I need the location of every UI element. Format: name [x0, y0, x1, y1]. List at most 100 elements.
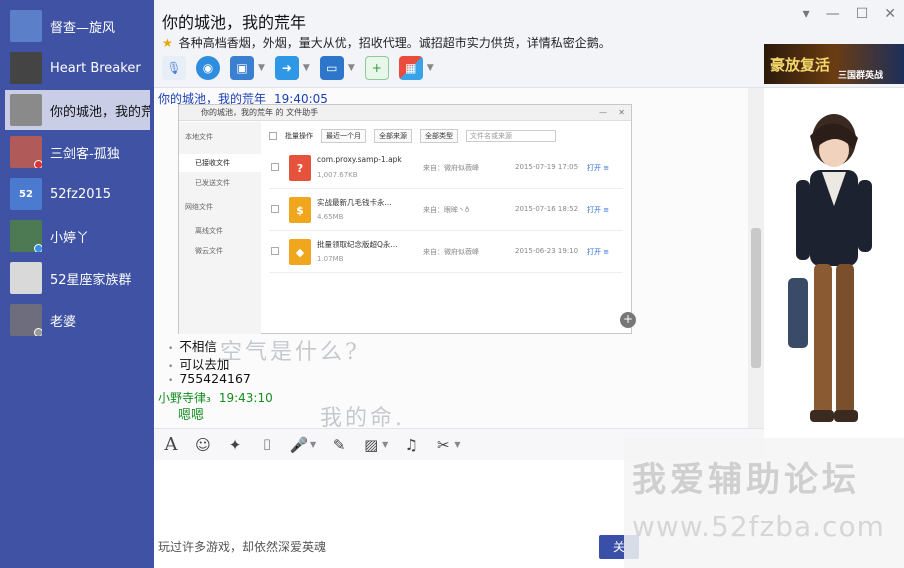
chevron-down-icon[interactable]: ▼ [258, 63, 265, 73]
shared-screenshot-image[interactable]: 你的城池，我的荒年 的 文件助手 — ✕ 本地文件 已接收文件 已发送文件 网络… [178, 104, 632, 334]
contact-name: 老婆 [50, 314, 77, 330]
file-transfer-icon[interactable]: ➜ [274, 56, 299, 80]
watermark: 我爱辅助论坛 www.52fzba.com [624, 438, 904, 568]
batch-label: 批量操作 [285, 132, 313, 140]
zoom-in-icon[interactable]: + [620, 312, 636, 328]
file-size: 4.65MB [317, 213, 344, 221]
contact-name: 52fz2015 [50, 186, 112, 202]
apps-grid-icon[interactable]: ▦ [398, 56, 423, 80]
screenshot-toolbar: 批量操作 最近一个月 全部来源 全部类型 文件名或来源 [269, 129, 556, 143]
background-text: 我的命. [320, 406, 405, 428]
contact-item[interactable]: 小婷丫 [5, 216, 150, 256]
watermark-text: 我爱辅助论坛 [632, 460, 860, 500]
type-select: 全部类型 [420, 129, 458, 143]
remote-desktop-icon[interactable]: ▭ [319, 56, 344, 80]
screen-share-icon[interactable]: ▣ [230, 56, 254, 80]
contact-sidebar: 督查—旋风 Heart Breaker 你的城池，我的荒 三剑客-孤独 52 52fz20… [0, 0, 154, 568]
scissors-icon[interactable]: ✂ [434, 436, 452, 454]
file-name: com.proxy.samp-1.apk [317, 155, 402, 164]
screenshot-titlebar: 你的城池，我的荒年 的 文件助手 — ✕ [179, 105, 631, 121]
minimize-button[interactable]: — [826, 6, 840, 22]
dropdown-icon[interactable]: ▾ [803, 6, 810, 22]
avatar [10, 304, 42, 336]
chevron-down-icon[interactable]: ▼ [348, 63, 355, 73]
minimize-icon: — [599, 108, 607, 117]
file-name: 实战最新几毛钱卡永... [317, 198, 392, 207]
chevron-down-icon[interactable]: ▼ [427, 63, 434, 73]
chevron-down-icon[interactable]: ▼ [454, 440, 460, 449]
chevron-down-icon[interactable]: ▼ [303, 63, 310, 73]
file-row: ? com.proxy.samp-1.apk 1,007.67KB 来自：微府似薇峰 2… [269, 149, 623, 189]
side-item-offline: 离线文件 [195, 227, 223, 235]
close-icon: ✕ [618, 108, 625, 117]
open-link: 打开 ≡ [587, 164, 610, 172]
chat-scrollbar[interactable] [748, 88, 764, 428]
microphone-icon[interactable]: 🎙 [162, 56, 186, 80]
screenshot-icon[interactable]: ⌷ [258, 436, 276, 454]
group-notice: ★ 各种高档香烟，外烟，量大从优，招收代理。诚招超市实力供货，详情私密企鹅。 [162, 34, 611, 51]
file-source: 来自：微府似薇峰 [423, 248, 479, 256]
background-text: 空气是什么? [220, 340, 360, 365]
file-source: 来自：微府似薇峰 [423, 164, 479, 172]
contact-item[interactable]: 你的城池，我的荒 [5, 90, 150, 130]
file-size: 1.07MB [317, 255, 344, 263]
chat-message: 不相信 [168, 336, 217, 355]
message-time: 19:43:10 [218, 391, 273, 405]
contact-name: 小婷丫 [50, 230, 90, 246]
image-icon[interactable]: ▨ [362, 436, 380, 454]
contact-item[interactable]: 督查—旋风 [5, 6, 150, 46]
avatar [10, 136, 42, 168]
window-controls: ▾ — ☐ ✕ [803, 6, 896, 22]
maximize-button[interactable]: ☐ [856, 6, 869, 22]
scrollbar-thumb[interactable] [751, 228, 761, 368]
open-link: 打开 ≡ [587, 206, 610, 214]
avatar: 52 [10, 178, 42, 210]
source-select: 全部来源 [374, 129, 412, 143]
checkbox [271, 205, 279, 213]
chevron-down-icon[interactable]: ▼ [382, 440, 388, 449]
contact-item[interactable]: 52星座家族群 [5, 258, 150, 298]
input-text[interactable]: 玩过许多游戏，却依然深爱英魂 [158, 538, 326, 555]
video-call-icon[interactable]: ◉ [196, 56, 220, 80]
contact-name: Heart Breaker [50, 60, 141, 76]
emoji-icon[interactable]: ☺ [194, 436, 212, 454]
side-label: 网络文件 [185, 203, 213, 211]
side-item-sent: 已发送文件 [195, 179, 230, 187]
magic-icon[interactable]: ✦ [226, 436, 244, 454]
contact-item[interactable]: Heart Breaker [5, 48, 150, 88]
avatar [10, 10, 42, 42]
file-name: 批量领取纪念版超Q永... [317, 240, 398, 249]
file-size: 1,007.67KB [317, 171, 358, 179]
chat-title: 你的城池，我的荒年 [162, 13, 307, 32]
font-icon[interactable]: A [162, 434, 180, 455]
watermark-url: www.52fzba.com [632, 510, 885, 543]
contact-item[interactable]: 52 52fz2015 [5, 174, 150, 214]
sender-name[interactable]: 小野寺律₃ [158, 391, 211, 405]
ad-banner[interactable]: 豪放复活 三国群英战 [764, 44, 904, 84]
contact-name: 52星座家族群 [50, 272, 132, 288]
ad-title: 豪放复活 [770, 55, 831, 74]
notice-text: 各种高档香烟，外烟，量大从优，招收代理。诚招超市实力供货，详情私密企鹅。 [178, 36, 611, 50]
file-icon: ? [289, 155, 311, 181]
avatar [10, 94, 42, 126]
checkbox [271, 163, 279, 171]
contact-item[interactable]: 三剑客-孤独 [5, 132, 150, 172]
chat-message: 755424167 [168, 371, 251, 386]
contact-item[interactable]: 老婆 [5, 300, 150, 340]
side-item-received: 已接收文件 [179, 154, 261, 172]
chevron-down-icon[interactable]: ▼ [310, 440, 316, 449]
add-app-icon[interactable]: + [364, 56, 389, 80]
checkbox [271, 247, 279, 255]
music-icon[interactable]: ♫ [402, 436, 420, 454]
edit-icon[interactable]: ✎ [330, 436, 348, 454]
voice-icon[interactable]: 🎤 [290, 436, 309, 454]
message-header: 小野寺律₃ 19:43:10 [158, 389, 273, 406]
ad-subtitle: 三国群英战 [838, 71, 884, 81]
period-select: 最近一个月 [321, 129, 366, 143]
chat-message: 嗯嗯 [178, 408, 205, 423]
chat-toolbar: 🎙 ◉ ▣ ▼ ➜ ▼ ▭ ▼ + ▦ ▼ [162, 56, 434, 80]
file-icon: $ [289, 197, 311, 223]
file-row: ◆ 批量领取纪念版超Q永... 1.07MB 来自：微府似薇峰 2015-06-23 1… [269, 233, 623, 273]
close-button[interactable]: ✕ [884, 6, 896, 22]
file-date: 2015-07-16 18:52 [515, 205, 579, 213]
